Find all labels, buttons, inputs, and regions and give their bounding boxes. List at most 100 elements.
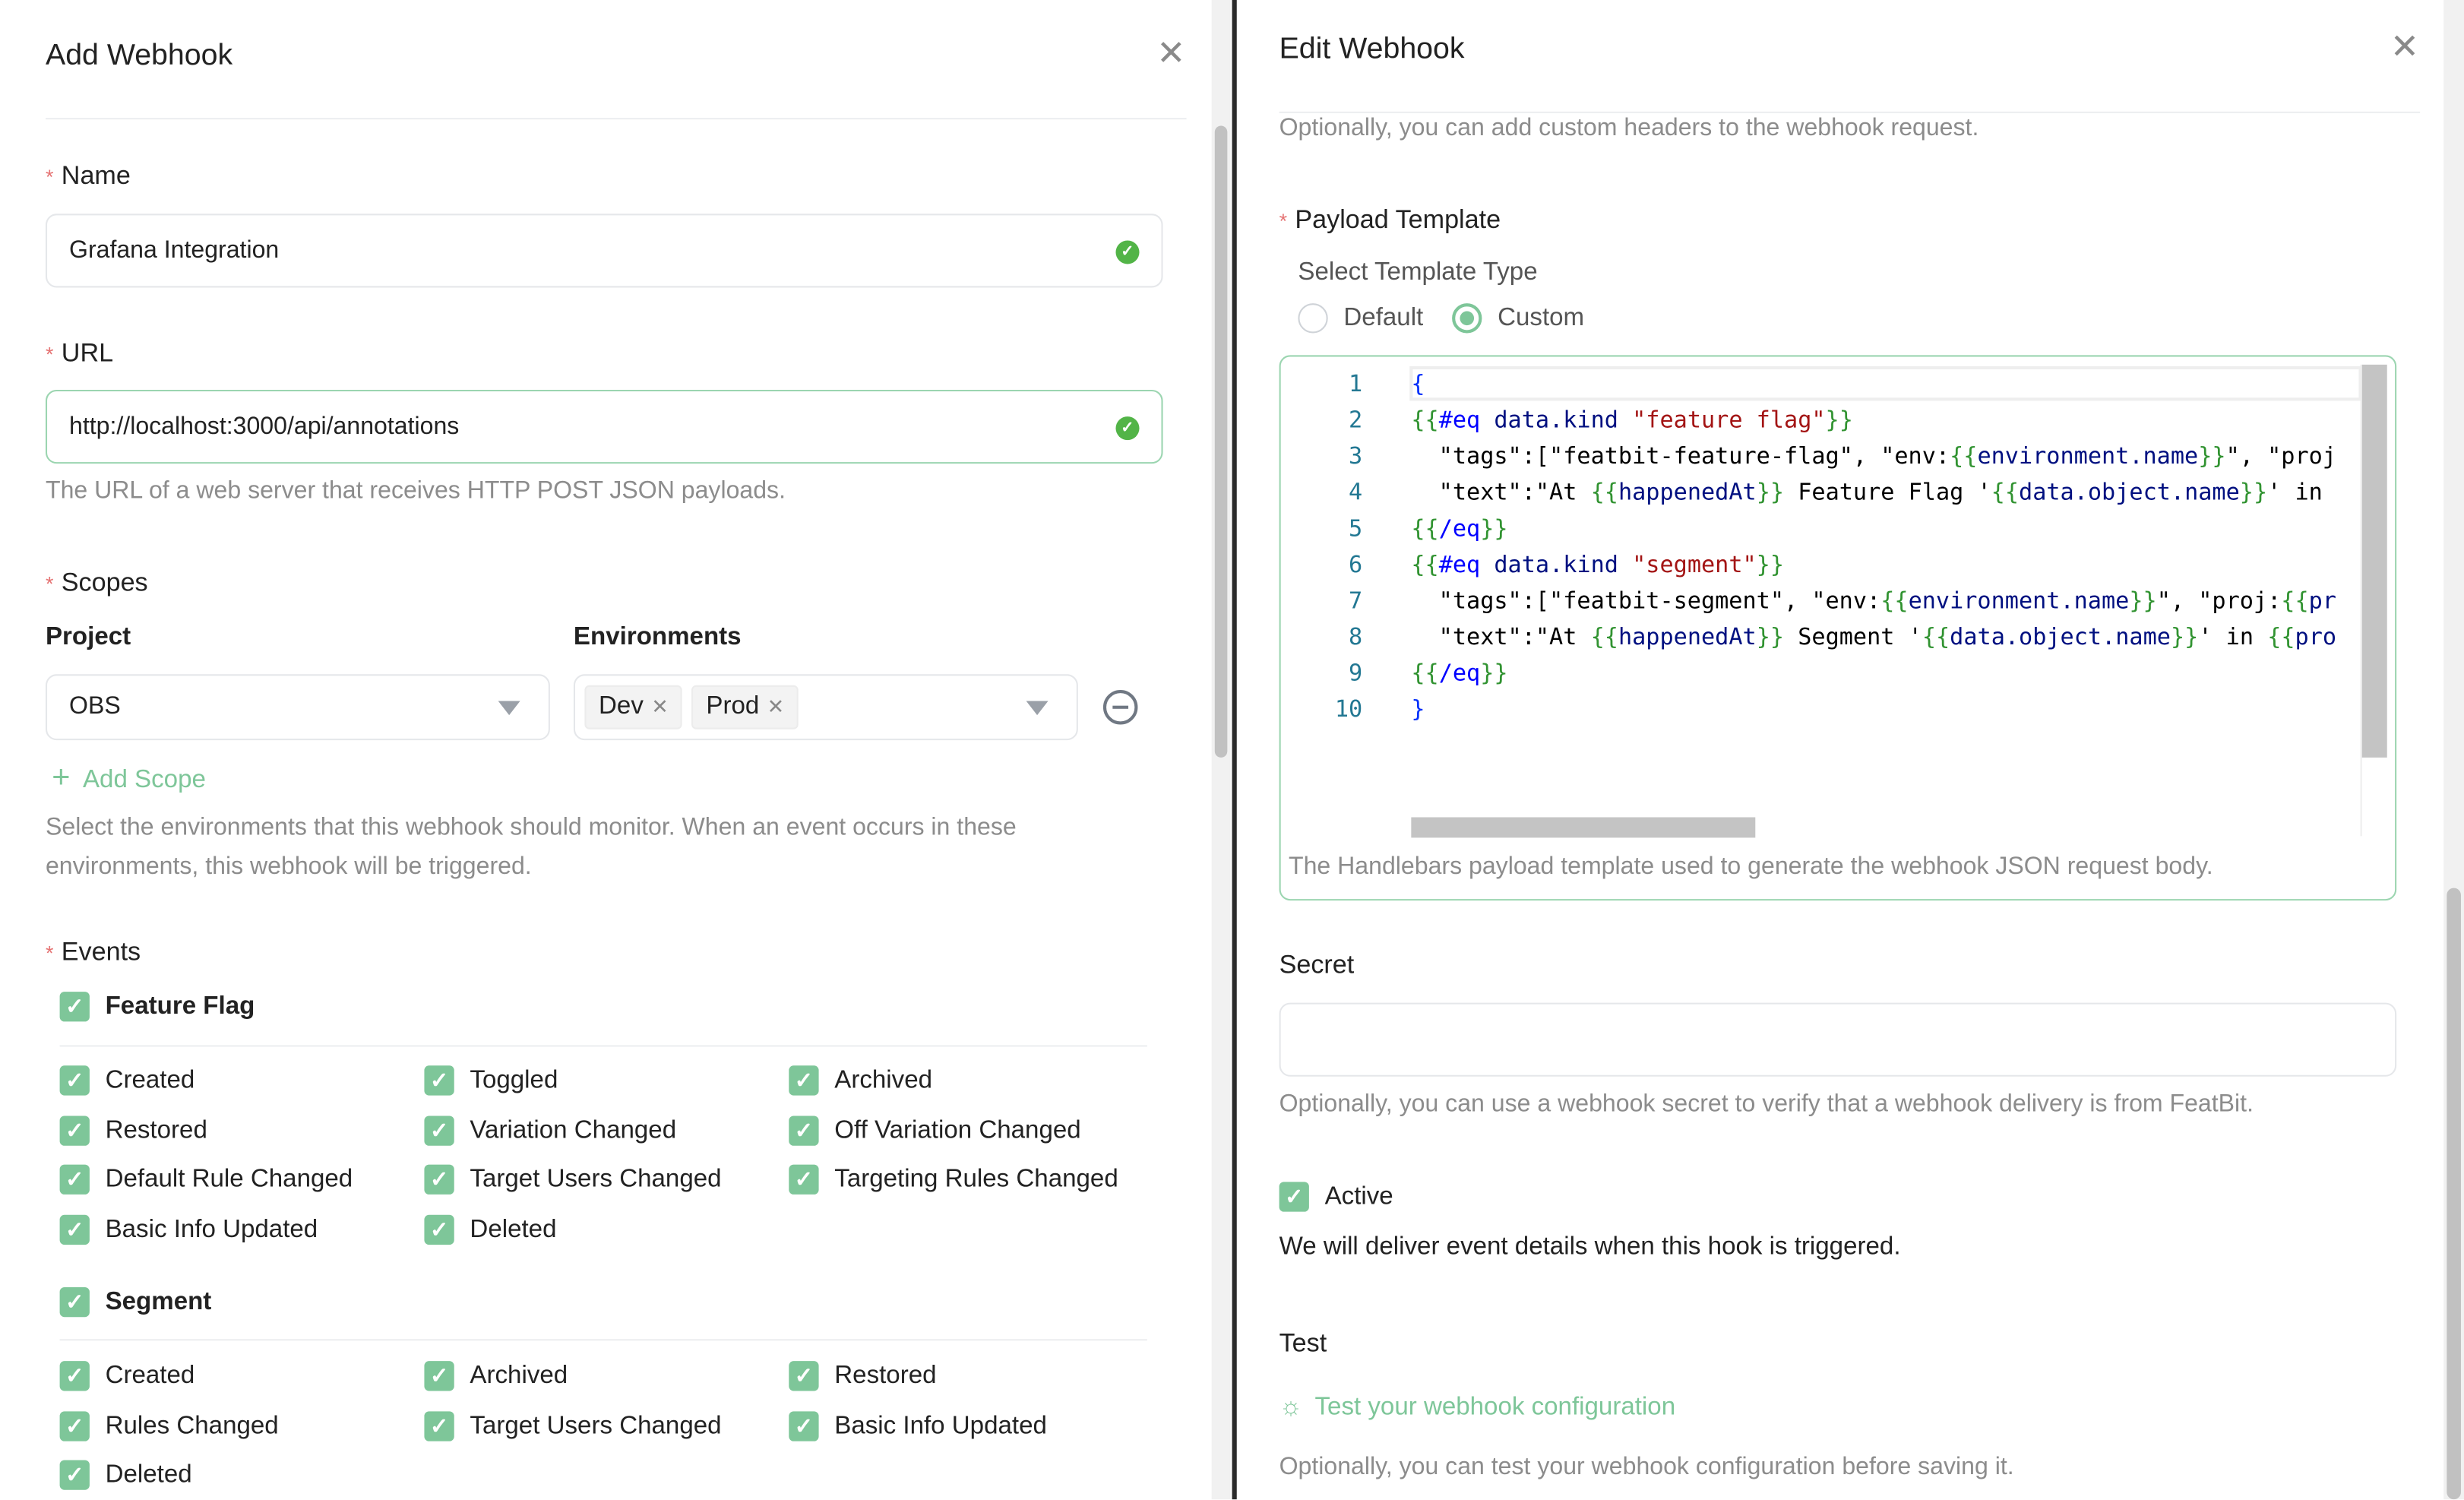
event-checkbox[interactable]: ✓ — [59, 1361, 90, 1391]
event-label[interactable]: Target Users Changed — [470, 1412, 721, 1440]
event-label[interactable]: Restored — [106, 1117, 207, 1145]
remove-scope-icon[interactable] — [1102, 689, 1138, 725]
code-line: "text":"At {{happenedAt}} Segment '{{dat… — [1411, 619, 2336, 656]
event-label[interactable]: Targeting Rules Changed — [834, 1166, 1118, 1195]
add-scope-label: Add Scope — [82, 767, 206, 794]
divider — [59, 1339, 1147, 1341]
events-label-text: Events — [61, 938, 141, 967]
scopes-help-2: environments, this webhook will be trigg… — [45, 853, 532, 881]
project-label: Project — [45, 624, 131, 651]
code-line: {{#eq data.kind "feature flag"}} — [1411, 402, 1853, 438]
event-label[interactable]: Restored — [834, 1362, 936, 1391]
line-number: 2 — [1349, 407, 1363, 434]
remove-tag-icon[interactable]: ✕ — [767, 695, 785, 720]
active-checkbox[interactable]: ✓ — [1279, 1182, 1309, 1212]
event-checkbox[interactable]: ✓ — [59, 1214, 90, 1245]
secret-input[interactable] — [1279, 1002, 2397, 1077]
line-number: 6 — [1349, 551, 1363, 579]
remove-tag-icon[interactable]: ✕ — [651, 695, 669, 720]
code-token: "feature flag" — [1632, 407, 1826, 434]
project-select[interactable]: OBS — [45, 674, 550, 741]
event-checkbox[interactable]: ✓ — [59, 1065, 90, 1096]
event-label[interactable]: Toggled — [470, 1067, 558, 1095]
scopes-label-text: Scopes — [61, 568, 148, 597]
event-label[interactable]: Deleted — [470, 1216, 556, 1244]
close-icon[interactable]: ✕ — [2390, 29, 2419, 65]
event-checkbox[interactable]: ✓ — [59, 1410, 90, 1441]
event-label[interactable]: Variation Changed — [470, 1117, 676, 1145]
template-type-label: Select Template Type — [1298, 259, 1538, 286]
feature-flag-group-checkbox[interactable]: ✓ — [59, 992, 90, 1022]
event-label[interactable]: Archived — [834, 1067, 932, 1095]
event-checkbox[interactable]: ✓ — [59, 1460, 90, 1490]
close-icon[interactable]: ✕ — [1156, 36, 1185, 71]
chevron-down-icon — [1026, 701, 1049, 716]
event-checkbox[interactable]: ✓ — [424, 1410, 454, 1441]
panel-divider — [1232, 0, 1237, 1500]
event-checkbox[interactable]: ✓ — [59, 1164, 90, 1195]
env-tag-label: Prod — [706, 693, 760, 720]
event-checkbox[interactable]: ✓ — [789, 1410, 819, 1441]
radio-default[interactable] — [1298, 303, 1328, 334]
right-scrollbar-thumb[interactable] — [2447, 888, 2461, 1500]
code-token: #eq — [1438, 551, 1481, 579]
payload-label-text: Payload Template — [1295, 205, 1501, 235]
editor-vscroll-thumb[interactable] — [2361, 364, 2387, 758]
line-number: 4 — [1349, 479, 1363, 506]
code-token: {{ — [1411, 551, 1439, 579]
environments-select[interactable]: Dev ✕ Prod ✕ — [573, 674, 1078, 741]
event-label[interactable]: Basic Info Updated — [834, 1412, 1047, 1440]
code-token: {{ — [2267, 624, 2295, 651]
event-label[interactable]: Rules Changed — [106, 1412, 279, 1440]
radio-default-label[interactable]: Default — [1343, 305, 1423, 333]
feature-flag-group-label[interactable]: Feature Flag — [106, 993, 255, 1021]
payload-template-editor[interactable]: 1{2 {{#eq data.kind "feature flag"}} 3 "ta… — [1279, 355, 2397, 901]
left-scrollbar-thumb[interactable] — [1214, 125, 1228, 758]
line-number: 5 — [1349, 515, 1363, 543]
segment-group-label[interactable]: Segment — [106, 1289, 212, 1317]
name-value: Grafana Integration — [69, 236, 280, 264]
url-input[interactable]: http://localhost:3000/api/annotations ✓ — [45, 389, 1163, 464]
code-token: } — [1411, 696, 1425, 723]
event-checkbox[interactable]: ✓ — [424, 1065, 454, 1096]
event-checkbox[interactable]: ✓ — [424, 1164, 454, 1195]
event-label[interactable]: Default Rule Changed — [106, 1166, 353, 1195]
divider — [59, 1045, 1147, 1047]
event-label[interactable]: Created — [106, 1362, 195, 1391]
code-line: "text":"At {{happenedAt}} Feature Flag '… — [1411, 475, 2323, 511]
event-checkbox[interactable]: ✓ — [789, 1115, 819, 1145]
event-label[interactable]: Deleted — [106, 1462, 192, 1490]
radio-custom[interactable] — [1452, 303, 1482, 334]
add-webhook-title: Add Webhook — [45, 39, 233, 73]
event-label[interactable]: Off Variation Changed — [834, 1117, 1080, 1145]
event-checkbox[interactable]: ✓ — [424, 1361, 454, 1391]
event-checkbox[interactable]: ✓ — [424, 1214, 454, 1245]
event-label[interactable]: Basic Info Updated — [106, 1216, 318, 1244]
editor-hscroll-thumb[interactable] — [1411, 817, 1756, 838]
code-area[interactable]: 1{2 {{#eq data.kind "feature flag"}} 3 "ta… — [1281, 357, 2362, 828]
test-label: Test — [1279, 1329, 1327, 1359]
code-token: {{ — [1991, 479, 2020, 506]
code-token: Segment ' — [1784, 624, 1922, 651]
code-line: {{#eq data.kind "segment"}} — [1411, 547, 1784, 584]
active-label[interactable]: Active — [1325, 1183, 1393, 1211]
event-label[interactable]: Created — [106, 1067, 195, 1095]
event-checkbox[interactable]: ✓ — [789, 1065, 819, 1096]
event-checkbox[interactable]: ✓ — [59, 1115, 90, 1145]
segment-group-checkbox[interactable]: ✓ — [59, 1286, 90, 1318]
event-label[interactable]: Target Users Changed — [470, 1166, 721, 1195]
test-webhook-link[interactable]: ☼ Test your webhook configuration — [1279, 1394, 1676, 1422]
secret-label: Secret — [1279, 951, 1355, 979]
env-tag-dev: Dev ✕ — [584, 685, 683, 729]
url-label-text: URL — [61, 339, 114, 368]
headers-help: Optionally, you can add custom headers t… — [1279, 114, 1979, 142]
divider — [45, 118, 1187, 120]
event-checkbox[interactable]: ✓ — [789, 1361, 819, 1391]
radio-custom-label[interactable]: Custom — [1498, 305, 1584, 333]
event-checkbox[interactable]: ✓ — [789, 1164, 819, 1195]
add-scope-button[interactable]: + Add Scope — [52, 761, 206, 797]
event-label[interactable]: Archived — [470, 1362, 568, 1391]
name-input[interactable]: Grafana Integration ✓ — [45, 214, 1163, 288]
line-number: 8 — [1349, 624, 1363, 651]
event-checkbox[interactable]: ✓ — [424, 1115, 454, 1145]
